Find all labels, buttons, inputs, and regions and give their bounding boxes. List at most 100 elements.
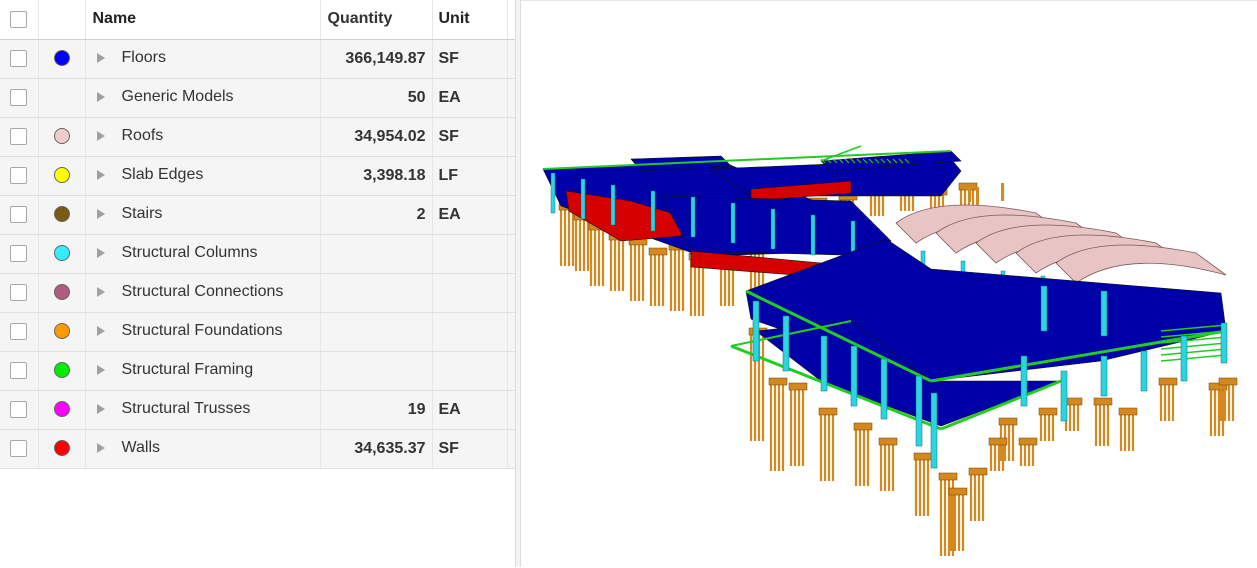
- row-checkbox-cell[interactable]: [0, 39, 39, 79]
- expand-arrow-icon[interactable]: [96, 209, 105, 220]
- expand-arrow-icon[interactable]: [96, 326, 105, 337]
- expand-arrow-icon[interactable]: [96, 404, 105, 415]
- expand-arrow-icon[interactable]: [96, 131, 105, 142]
- quantity-panel: Name Quantity Unit Floors 366,149.87 SF Gen…: [0, 0, 515, 567]
- quantity-cell: 34,954.02: [320, 117, 433, 157]
- color-cell: [38, 273, 86, 313]
- row-checkbox[interactable]: [10, 88, 28, 106]
- name-column-header[interactable]: Name: [85, 0, 321, 40]
- column-mark: [915, 375, 923, 447]
- name-cell[interactable]: Slab Edges: [85, 156, 321, 196]
- quantity-column-header[interactable]: Quantity: [320, 0, 433, 40]
- category-name: Structural Framing: [121, 361, 254, 379]
- pile-cap-mark: [648, 247, 668, 256]
- model-viewer[interactable]: [521, 0, 1257, 567]
- table-row[interactable]: Roofs 34,954.02 SF: [0, 117, 515, 157]
- color-cell: [38, 39, 86, 79]
- pile-cap-mark: [853, 422, 873, 431]
- expand-arrow-icon[interactable]: [96, 287, 105, 298]
- color-cell: [38, 156, 86, 196]
- column-mark: [550, 172, 556, 214]
- column-mark: [820, 335, 828, 392]
- name-cell[interactable]: Structural Trusses: [85, 390, 321, 430]
- name-cell[interactable]: Structural Framing: [85, 351, 321, 391]
- name-cell[interactable]: Structural Connections: [85, 273, 321, 313]
- quantity-cell: 2: [320, 195, 433, 235]
- row-checkbox[interactable]: [10, 244, 28, 262]
- table-row[interactable]: Slab Edges 3,398.18 LF: [0, 156, 515, 196]
- table-row[interactable]: Structural Trusses 19 EA: [0, 390, 515, 430]
- row-checkbox-cell[interactable]: [0, 156, 39, 196]
- column-mark: [850, 345, 858, 407]
- unit-cell: SF: [432, 39, 508, 79]
- row-checkbox[interactable]: [10, 439, 28, 457]
- expand-arrow-icon[interactable]: [96, 170, 105, 181]
- row-checkbox[interactable]: [10, 322, 28, 340]
- select-all-checkbox[interactable]: [10, 10, 28, 28]
- column-mark: [1180, 335, 1188, 382]
- color-cell: [38, 390, 86, 430]
- row-checkbox[interactable]: [10, 400, 28, 418]
- column-mark: [650, 190, 656, 232]
- model-3d-view[interactable]: [521, 1, 1257, 568]
- table-row[interactable]: Generic Models 50 EA: [0, 78, 515, 118]
- row-checkbox[interactable]: [10, 205, 28, 223]
- row-checkbox-cell[interactable]: [0, 117, 39, 157]
- column-mark: [770, 208, 776, 250]
- category-name: Floors: [121, 49, 166, 67]
- color-swatch-icon: [53, 362, 70, 379]
- color-cell: [38, 351, 86, 391]
- row-checkbox[interactable]: [10, 127, 28, 145]
- pile-cap-mark: [938, 472, 958, 481]
- table-row[interactable]: Structural Framing: [0, 351, 515, 391]
- row-checkbox-cell[interactable]: [0, 429, 39, 469]
- name-cell[interactable]: Floors: [85, 39, 321, 79]
- name-cell[interactable]: Generic Models: [85, 78, 321, 118]
- table-row[interactable]: Structural Connections: [0, 273, 515, 313]
- quantity-cell: [320, 234, 433, 274]
- row-filler: [507, 78, 515, 118]
- expand-arrow-icon[interactable]: [96, 365, 105, 376]
- unit-cell: SF: [432, 429, 508, 469]
- unit-column-header[interactable]: Unit: [432, 0, 508, 40]
- framing-mark: [1160, 348, 1227, 356]
- row-checkbox[interactable]: [10, 166, 28, 184]
- row-checkbox[interactable]: [10, 361, 28, 379]
- category-name: Structural Columns: [121, 244, 258, 262]
- table-row[interactable]: Walls 34,635.37 SF: [0, 429, 515, 469]
- table-row[interactable]: Structural Columns: [0, 234, 515, 274]
- select-all-header[interactable]: [0, 0, 39, 40]
- column-mark: [1140, 350, 1148, 392]
- name-cell[interactable]: Stairs: [85, 195, 321, 235]
- row-checkbox[interactable]: [10, 283, 28, 301]
- color-swatch-icon: [53, 401, 70, 418]
- expand-arrow-icon[interactable]: [96, 53, 105, 64]
- row-checkbox-cell[interactable]: [0, 195, 39, 235]
- pile-cap-mark: [768, 377, 788, 386]
- expand-arrow-icon[interactable]: [96, 248, 105, 259]
- row-filler: [507, 273, 515, 313]
- row-checkbox-cell[interactable]: [0, 390, 39, 430]
- color-swatch-icon: [53, 167, 70, 184]
- category-name: Structural Connections: [121, 283, 284, 301]
- expand-arrow-icon[interactable]: [96, 443, 105, 454]
- category-name: Roofs: [121, 127, 164, 145]
- unit-cell: SF: [432, 117, 508, 157]
- table-row[interactable]: Floors 366,149.87 SF: [0, 39, 515, 79]
- row-checkbox-cell[interactable]: [0, 351, 39, 391]
- header-filler: [507, 0, 515, 40]
- table-row[interactable]: Stairs 2 EA: [0, 195, 515, 235]
- row-checkbox-cell[interactable]: [0, 78, 39, 118]
- row-checkbox-cell[interactable]: [0, 273, 39, 313]
- row-checkbox[interactable]: [10, 49, 28, 67]
- table-row[interactable]: Structural Foundations: [0, 312, 515, 352]
- expand-arrow-icon[interactable]: [96, 92, 105, 103]
- name-cell[interactable]: Structural Columns: [85, 234, 321, 274]
- column-mark: [880, 358, 888, 420]
- row-checkbox-cell[interactable]: [0, 312, 39, 352]
- name-cell[interactable]: Structural Foundations: [85, 312, 321, 352]
- row-checkbox-cell[interactable]: [0, 234, 39, 274]
- pile-cap-mark: [968, 467, 988, 476]
- name-cell[interactable]: Roofs: [85, 117, 321, 157]
- name-cell[interactable]: Walls: [85, 429, 321, 469]
